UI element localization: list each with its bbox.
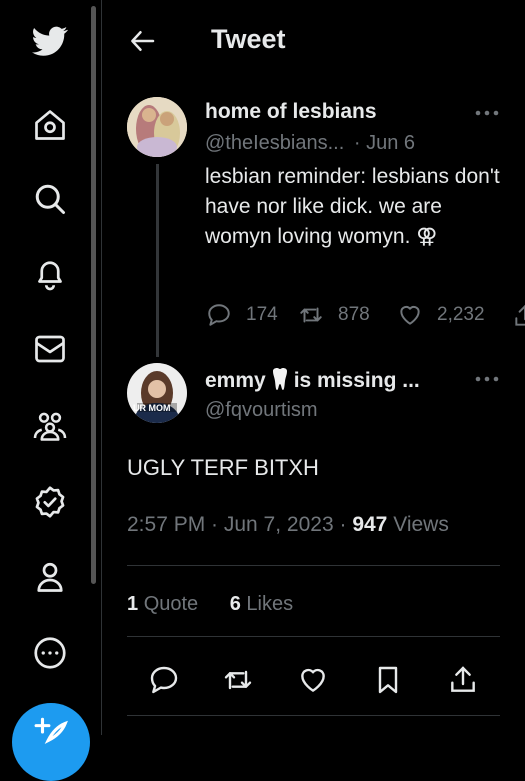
avatar-caption: UR MOM (133, 403, 171, 413)
reply-icon (150, 666, 178, 694)
twitter-bird-icon[interactable] (28, 19, 72, 63)
tweet-text: lesbian reminder: lesbians don't have no… (205, 165, 500, 248)
back-arrow-icon[interactable] (128, 26, 158, 56)
retweet-icon (224, 670, 252, 690)
likes-link[interactable]: 6 Likes (230, 593, 293, 615)
mail-icon[interactable] (28, 327, 72, 371)
header: Tweet (102, 0, 525, 80)
more-circle-icon[interactable] (28, 631, 72, 675)
compose-button[interactable] (12, 703, 90, 781)
avatar[interactable]: UR MOM (127, 363, 187, 423)
retweet-button[interactable]: 878 (298, 300, 370, 330)
retweet-button[interactable] (221, 662, 255, 698)
sidebar-scrollbar[interactable] (91, 6, 96, 584)
search-icon[interactable] (28, 177, 72, 221)
tweet-text: UGLY TERF BITXH (127, 455, 319, 480)
page-title: Tweet (211, 24, 286, 54)
like-button[interactable]: 2,232 (397, 300, 485, 330)
tweet-timestamp[interactable]: 2:57 PM · Jun 7, 2023 · 947 Views (127, 513, 449, 537)
tooth-emoji-icon (272, 368, 287, 390)
bell-icon[interactable] (28, 252, 72, 296)
quotes-link[interactable]: 1 Quote (127, 593, 198, 615)
divider (127, 715, 500, 716)
reply-icon (208, 304, 230, 326)
divider (127, 565, 500, 566)
share-button[interactable] (446, 662, 480, 698)
reply-button[interactable]: 174 (206, 300, 278, 330)
like-button[interactable] (296, 662, 330, 698)
avatar[interactable] (127, 97, 187, 157)
more-options-icon[interactable] (474, 106, 500, 120)
retweet-icon (300, 307, 322, 323)
heart-icon (400, 305, 420, 325)
bookmark-icon (378, 666, 398, 694)
home-icon[interactable] (28, 103, 72, 147)
thread-line (156, 164, 159, 357)
communities-icon[interactable] (28, 404, 72, 448)
sidebar (0, 0, 101, 781)
verified-icon[interactable] (28, 480, 72, 524)
author-name[interactable]: emmy is missing ... (205, 367, 420, 393)
divider (127, 636, 500, 637)
profile-icon[interactable] (28, 555, 72, 599)
compose-icon (34, 717, 68, 744)
heart-icon (301, 668, 325, 692)
share-icon (451, 666, 475, 692)
bookmark-button[interactable] (371, 662, 405, 698)
reply-button[interactable] (147, 662, 181, 698)
engagement-stats: 1 Quote 6 Likes (127, 593, 293, 616)
tweet-detail: Tweet home of lesbians @theIesbians... ·… (102, 0, 525, 735)
author-handle[interactable]: @theIesbians... · Jun 6 (205, 132, 415, 155)
author-handle[interactable]: @fqvourtism (205, 399, 318, 422)
share-icon[interactable] (512, 303, 525, 329)
more-options-icon[interactable] (474, 372, 500, 386)
author-name[interactable]: home of lesbians (205, 100, 377, 124)
